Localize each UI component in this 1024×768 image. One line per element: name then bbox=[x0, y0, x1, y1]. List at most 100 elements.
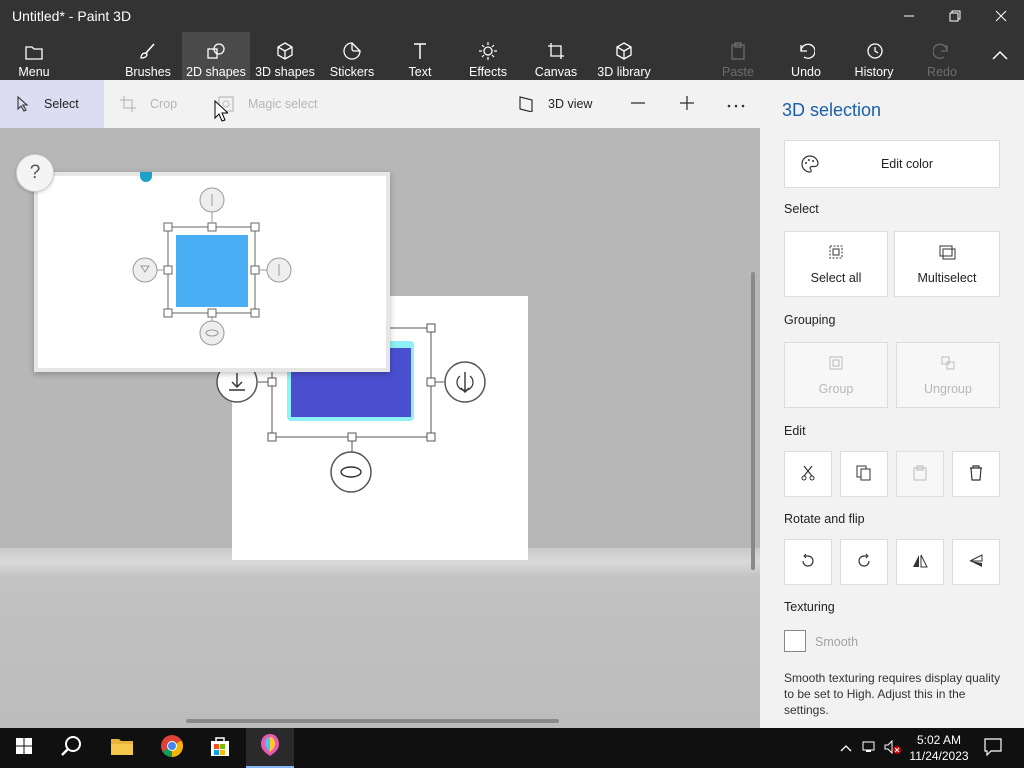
history-button[interactable]: History bbox=[850, 32, 898, 80]
rotate-right-icon bbox=[856, 553, 872, 572]
copy-button[interactable] bbox=[840, 451, 888, 497]
group-label: Group bbox=[818, 381, 854, 396]
minus-icon bbox=[630, 95, 646, 114]
canvas-workspace[interactable]: ? bbox=[0, 128, 760, 728]
multiselect-button[interactable]: Multiselect bbox=[894, 231, 1000, 297]
library3d-label: 3D library bbox=[597, 65, 651, 79]
view3d-label: 3D view bbox=[548, 97, 593, 111]
canvas-button[interactable]: Canvas bbox=[532, 32, 580, 80]
paste-label: Paste bbox=[722, 65, 754, 79]
text-label: Text bbox=[408, 65, 432, 79]
delete-button[interactable] bbox=[952, 451, 1000, 497]
folder-icon bbox=[25, 36, 43, 60]
edit-color-button[interactable]: Edit color bbox=[784, 140, 1000, 188]
library3d-button[interactable]: 3D library bbox=[594, 32, 654, 80]
taskbar: 5:02 AM 11/24/2023 bbox=[0, 728, 1024, 768]
help-button[interactable]: ? bbox=[16, 154, 54, 192]
flip-vertical-icon bbox=[968, 553, 984, 572]
paint3d-icon bbox=[259, 733, 281, 762]
store-button[interactable] bbox=[196, 728, 244, 768]
stickers-button[interactable]: Stickers bbox=[326, 32, 378, 80]
notifications-button[interactable] bbox=[984, 738, 1002, 759]
horizontal-scrollbar[interactable] bbox=[186, 719, 559, 723]
magic-select-label: Magic select bbox=[248, 97, 318, 111]
shapes3d-button[interactable]: 3D shapes bbox=[254, 32, 316, 80]
copy-icon bbox=[856, 465, 872, 484]
rotate-left-button[interactable] bbox=[784, 539, 832, 585]
zoom-out-button[interactable] bbox=[630, 80, 650, 128]
rotate-handle-bottom[interactable] bbox=[330, 451, 372, 493]
redo-button[interactable]: Redo bbox=[920, 32, 964, 80]
magic-select-tool[interactable]: Magic select bbox=[218, 80, 338, 128]
texturing-section-label: Texturing bbox=[784, 600, 835, 614]
search-icon bbox=[61, 735, 83, 762]
close-button[interactable] bbox=[978, 0, 1024, 32]
smooth-label: Smooth bbox=[815, 635, 859, 649]
flip-horizontal-button[interactable] bbox=[896, 539, 944, 585]
shapes2d-button[interactable]: 2D shapes bbox=[182, 32, 250, 80]
cursor-icon bbox=[16, 96, 30, 112]
stickers-label: Stickers bbox=[329, 65, 375, 79]
panel-title: 3D selection bbox=[782, 100, 882, 120]
clock-time: 5:02 AM bbox=[916, 733, 962, 747]
ungroup-button[interactable]: Ungroup bbox=[896, 342, 1000, 408]
text-button[interactable]: Text bbox=[398, 32, 442, 80]
start-button[interactable] bbox=[0, 728, 48, 768]
crop-tool[interactable]: Crop bbox=[120, 80, 200, 128]
paint3d-taskbar-button[interactable] bbox=[246, 728, 294, 768]
minimize-button[interactable] bbox=[886, 0, 932, 32]
rotate-handle-right[interactable] bbox=[444, 361, 486, 403]
paste-button[interactable]: Paste bbox=[716, 32, 760, 80]
window-title: Untitled* - Paint 3D bbox=[12, 8, 132, 24]
vertical-scrollbar[interactable] bbox=[751, 272, 755, 570]
rotate-right-button[interactable] bbox=[840, 539, 888, 585]
more-options-button[interactable] bbox=[727, 80, 747, 128]
view3d-button[interactable]: 3D view bbox=[518, 80, 608, 128]
menu-label: Menu bbox=[18, 65, 50, 79]
history-label: History bbox=[854, 65, 894, 79]
paste-panel-button[interactable] bbox=[896, 451, 944, 497]
show-hidden-icons-button[interactable] bbox=[840, 740, 852, 755]
brushes-label: Brushes bbox=[125, 65, 171, 79]
chrome-icon bbox=[160, 734, 184, 763]
brushes-button[interactable]: Brushes bbox=[120, 32, 176, 80]
cut-button[interactable] bbox=[784, 451, 832, 497]
select-all-icon bbox=[828, 244, 844, 263]
volume-muted-icon[interactable] bbox=[884, 739, 902, 757]
chevron-up-icon bbox=[992, 49, 1008, 63]
select-section-label: Select bbox=[784, 202, 819, 216]
effects-icon bbox=[479, 36, 497, 60]
network-icon[interactable] bbox=[862, 740, 878, 757]
multiselect-icon bbox=[938, 244, 956, 263]
select-all-button[interactable]: Select all bbox=[784, 231, 888, 297]
undo-button[interactable]: Undo bbox=[784, 32, 828, 80]
ungroup-icon bbox=[940, 355, 956, 374]
select-all-label: Select all bbox=[810, 270, 862, 285]
search-button[interactable] bbox=[48, 728, 96, 768]
select-label: Select bbox=[44, 97, 79, 111]
smooth-checkbox[interactable] bbox=[784, 630, 806, 652]
plus-icon bbox=[679, 95, 695, 114]
restore-button[interactable] bbox=[932, 0, 978, 32]
effects-button[interactable]: Effects bbox=[464, 32, 512, 80]
brush-icon bbox=[139, 36, 157, 60]
select-tool[interactable]: Select bbox=[0, 80, 104, 128]
rotate-left-icon bbox=[800, 553, 816, 572]
file-explorer-button[interactable] bbox=[98, 728, 146, 768]
multiselect-label: Multiselect bbox=[917, 270, 977, 285]
mouse-cursor bbox=[214, 99, 230, 127]
flip-vertical-button[interactable] bbox=[952, 539, 1000, 585]
crop-label: Crop bbox=[150, 97, 178, 111]
windows-icon bbox=[15, 737, 33, 760]
chrome-button[interactable] bbox=[148, 728, 196, 768]
view3d-icon bbox=[518, 96, 534, 112]
preview-shape bbox=[176, 235, 248, 307]
paste-icon bbox=[730, 36, 746, 60]
flip-horizontal-icon bbox=[911, 553, 929, 572]
zoom-in-button[interactable] bbox=[679, 80, 699, 128]
group-button[interactable]: Group bbox=[784, 342, 888, 408]
menu-button[interactable]: Menu bbox=[8, 32, 60, 80]
system-clock[interactable]: 5:02 AM 11/24/2023 bbox=[904, 732, 974, 764]
collapse-ribbon-button[interactable] bbox=[984, 32, 1016, 80]
undo-icon bbox=[797, 36, 815, 60]
